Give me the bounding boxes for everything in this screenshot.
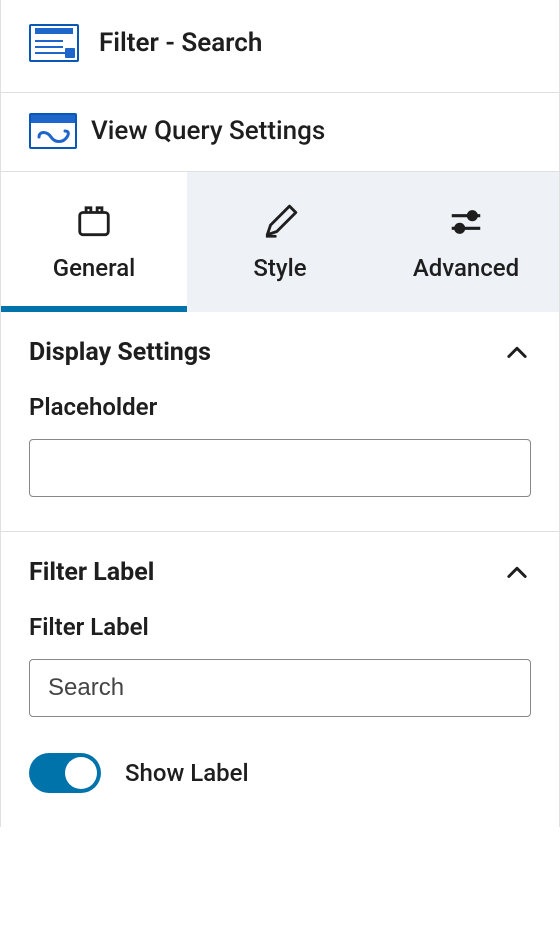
section-filter-label: Filter Label Filter Label Show Label <box>1 532 559 827</box>
view-query-settings-link[interactable]: View Query Settings <box>1 93 559 172</box>
tab-style[interactable]: Style <box>187 172 373 312</box>
query-icon <box>29 113 77 149</box>
show-label-text: Show Label <box>125 759 249 787</box>
sliders-icon <box>446 202 486 242</box>
filter-search-block-icon <box>29 24 79 62</box>
tab-advanced-label: Advanced <box>413 254 519 282</box>
view-query-settings-label: View Query Settings <box>91 116 325 146</box>
filter-label-input[interactable] <box>29 659 531 717</box>
section-title: Filter Label <box>29 558 154 587</box>
block-icon <box>74 202 114 242</box>
tab-general-label: General <box>53 254 136 282</box>
placeholder-input[interactable] <box>29 439 531 497</box>
inspector-panel: Filter - Search View Query Settings Gene… <box>0 0 560 827</box>
tab-general[interactable]: General <box>1 172 187 312</box>
show-label-row: Show Label <box>29 753 531 793</box>
tab-advanced[interactable]: Advanced <box>373 172 559 312</box>
brush-icon <box>260 202 300 242</box>
chevron-up-icon <box>503 339 531 367</box>
block-title: Filter - Search <box>99 28 262 58</box>
show-label-toggle[interactable] <box>29 753 101 793</box>
block-header: Filter - Search <box>1 0 559 93</box>
chevron-up-icon <box>503 559 531 587</box>
section-title: Display Settings <box>29 338 211 367</box>
section-filter-label-toggle[interactable]: Filter Label <box>29 558 531 587</box>
placeholder-label: Placeholder <box>29 393 531 421</box>
inspector-tabs: General Style Advanced <box>1 172 559 312</box>
section-display-settings-toggle[interactable]: Display Settings <box>29 338 531 367</box>
filter-label-label: Filter Label <box>29 613 531 641</box>
section-display-settings: Display Settings Placeholder <box>1 312 559 532</box>
tab-style-label: Style <box>253 254 306 282</box>
